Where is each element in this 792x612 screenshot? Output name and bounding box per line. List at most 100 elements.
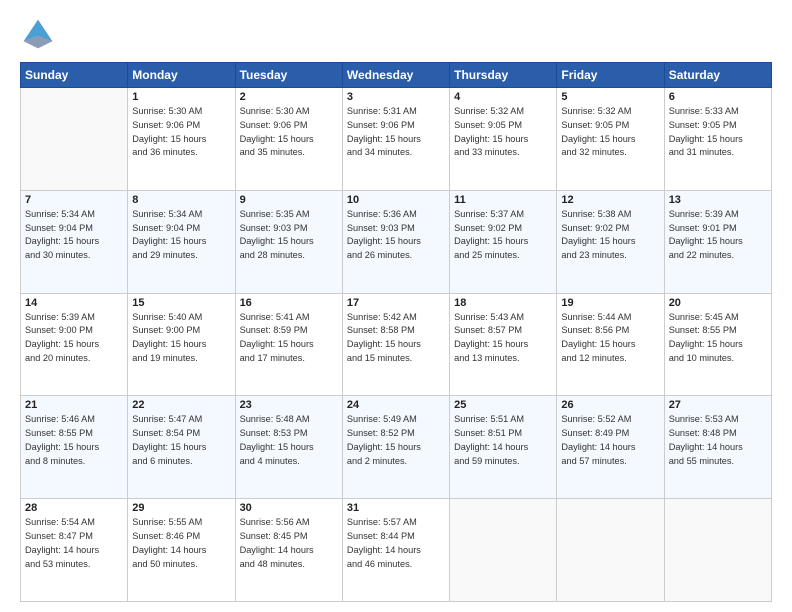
day-number: 14 — [25, 297, 123, 309]
day-info: Sunrise: 5:38 AM Sunset: 9:02 PM Dayligh… — [561, 208, 659, 263]
day-info: Sunrise: 5:52 AM Sunset: 8:49 PM Dayligh… — [561, 413, 659, 468]
day-info: Sunrise: 5:45 AM Sunset: 8:55 PM Dayligh… — [669, 311, 767, 366]
calendar-cell: 22 Sunrise: 5:47 AM Sunset: 8:54 PM Dayli… — [128, 396, 235, 499]
day-info: Sunrise: 5:34 AM Sunset: 9:04 PM Dayligh… — [25, 208, 123, 263]
calendar-week-1: 1 Sunrise: 5:30 AM Sunset: 9:06 PM Daylig… — [21, 88, 772, 191]
day-number: 5 — [561, 91, 659, 103]
calendar-cell: 27 Sunrise: 5:53 AM Sunset: 8:48 PM Dayli… — [664, 396, 771, 499]
day-number: 1 — [132, 91, 230, 103]
calendar-cell: 6 Sunrise: 5:33 AM Sunset: 9:05 PM Daylig… — [664, 88, 771, 191]
day-info: Sunrise: 5:46 AM Sunset: 8:55 PM Dayligh… — [25, 413, 123, 468]
day-number: 2 — [240, 91, 338, 103]
calendar-cell: 31Sunrise: 5:57 AM Sunset: 8:44 PM Dayli… — [342, 499, 449, 602]
weekday-header-tuesday: Tuesday — [235, 63, 342, 88]
day-info: Sunrise: 5:34 AM Sunset: 9:04 PM Dayligh… — [132, 208, 230, 263]
calendar-week-4: 21 Sunrise: 5:46 AM Sunset: 8:55 PM Dayli… — [21, 396, 772, 499]
calendar-cell: 14 Sunrise: 5:39 AM Sunset: 9:00 PM Dayli… — [21, 293, 128, 396]
day-number: 30 — [240, 502, 338, 514]
calendar-cell: 5 Sunrise: 5:32 AM Sunset: 9:05 PM Daylig… — [557, 88, 664, 191]
day-number: 27 — [669, 399, 767, 411]
calendar-cell: 26 Sunrise: 5:52 AM Sunset: 8:49 PM Dayli… — [557, 396, 664, 499]
calendar-cell: 19Sunrise: 5:44 AM Sunset: 8:56 PM Dayli… — [557, 293, 664, 396]
day-info: Sunrise: 5:35 AM Sunset: 9:03 PM Dayligh… — [240, 208, 338, 263]
calendar-cell: 4 Sunrise: 5:32 AM Sunset: 9:05 PM Daylig… — [450, 88, 557, 191]
day-number: 16 — [240, 297, 338, 309]
day-info: Sunrise: 5:39 AM Sunset: 9:01 PM Dayligh… — [669, 208, 767, 263]
calendar-cell: 23 Sunrise: 5:48 AM Sunset: 8:53 PM Dayli… — [235, 396, 342, 499]
logo-icon — [20, 16, 56, 52]
day-number: 22 — [132, 399, 230, 411]
day-info: Sunrise: 5:31 AM Sunset: 9:06 PM Dayligh… — [347, 105, 445, 160]
day-number: 7 — [25, 194, 123, 206]
calendar-cell: 28 Sunrise: 5:54 AM Sunset: 8:47 PM Dayli… — [21, 499, 128, 602]
calendar-header-row: SundayMondayTuesdayWednesdayThursdayFrid… — [21, 63, 772, 88]
calendar-week-2: 7 Sunrise: 5:34 AM Sunset: 9:04 PM Daylig… — [21, 190, 772, 293]
calendar-cell: 3 Sunrise: 5:31 AM Sunset: 9:06 PM Daylig… — [342, 88, 449, 191]
calendar-cell: 7 Sunrise: 5:34 AM Sunset: 9:04 PM Daylig… — [21, 190, 128, 293]
day-number: 19 — [561, 297, 659, 309]
page: SundayMondayTuesdayWednesdayThursdayFrid… — [0, 0, 792, 612]
day-number: 8 — [132, 194, 230, 206]
calendar-cell — [21, 88, 128, 191]
day-info: Sunrise: 5:36 AM Sunset: 9:03 PM Dayligh… — [347, 208, 445, 263]
weekday-header-sunday: Sunday — [21, 63, 128, 88]
day-number: 23 — [240, 399, 338, 411]
calendar-cell: 15Sunrise: 5:40 AM Sunset: 9:00 PM Dayli… — [128, 293, 235, 396]
weekday-header-thursday: Thursday — [450, 63, 557, 88]
calendar-cell: 29Sunrise: 5:55 AM Sunset: 8:46 PM Dayli… — [128, 499, 235, 602]
weekday-header-saturday: Saturday — [664, 63, 771, 88]
calendar-cell — [450, 499, 557, 602]
day-info: Sunrise: 5:54 AM Sunset: 8:47 PM Dayligh… — [25, 516, 123, 571]
day-info: Sunrise: 5:56 AM Sunset: 8:45 PM Dayligh… — [240, 516, 338, 571]
day-info: Sunrise: 5:32 AM Sunset: 9:05 PM Dayligh… — [561, 105, 659, 160]
weekday-header-friday: Friday — [557, 63, 664, 88]
day-info: Sunrise: 5:39 AM Sunset: 9:00 PM Dayligh… — [25, 311, 123, 366]
day-number: 17 — [347, 297, 445, 309]
day-info: Sunrise: 5:32 AM Sunset: 9:05 PM Dayligh… — [454, 105, 552, 160]
day-number: 9 — [240, 194, 338, 206]
calendar-cell: 12 Sunrise: 5:38 AM Sunset: 9:02 PM Dayli… — [557, 190, 664, 293]
day-number: 3 — [347, 91, 445, 103]
day-info: Sunrise: 5:55 AM Sunset: 8:46 PM Dayligh… — [132, 516, 230, 571]
day-number: 24 — [347, 399, 445, 411]
header — [20, 16, 772, 52]
day-number: 28 — [25, 502, 123, 514]
calendar-cell — [557, 499, 664, 602]
day-info: Sunrise: 5:51 AM Sunset: 8:51 PM Dayligh… — [454, 413, 552, 468]
calendar-cell: 9 Sunrise: 5:35 AM Sunset: 9:03 PM Daylig… — [235, 190, 342, 293]
calendar-cell: 11Sunrise: 5:37 AM Sunset: 9:02 PM Dayli… — [450, 190, 557, 293]
day-info: Sunrise: 5:47 AM Sunset: 8:54 PM Dayligh… — [132, 413, 230, 468]
calendar-cell: 24Sunrise: 5:49 AM Sunset: 8:52 PM Dayli… — [342, 396, 449, 499]
calendar-cell: 30 Sunrise: 5:56 AM Sunset: 8:45 PM Dayli… — [235, 499, 342, 602]
calendar-cell: 25 Sunrise: 5:51 AM Sunset: 8:51 PM Dayli… — [450, 396, 557, 499]
calendar-cell: 1 Sunrise: 5:30 AM Sunset: 9:06 PM Daylig… — [128, 88, 235, 191]
day-number: 12 — [561, 194, 659, 206]
day-number: 15 — [132, 297, 230, 309]
day-number: 10 — [347, 194, 445, 206]
calendar-cell: 18Sunrise: 5:43 AM Sunset: 8:57 PM Dayli… — [450, 293, 557, 396]
day-info: Sunrise: 5:33 AM Sunset: 9:05 PM Dayligh… — [669, 105, 767, 160]
calendar-cell: 8 Sunrise: 5:34 AM Sunset: 9:04 PM Daylig… — [128, 190, 235, 293]
day-info: Sunrise: 5:41 AM Sunset: 8:59 PM Dayligh… — [240, 311, 338, 366]
calendar-cell: 10 Sunrise: 5:36 AM Sunset: 9:03 PM Dayli… — [342, 190, 449, 293]
calendar-cell: 20Sunrise: 5:45 AM Sunset: 8:55 PM Dayli… — [664, 293, 771, 396]
day-number: 21 — [25, 399, 123, 411]
calendar-cell: 2Sunrise: 5:30 AM Sunset: 9:06 PM Daylig… — [235, 88, 342, 191]
day-info: Sunrise: 5:53 AM Sunset: 8:48 PM Dayligh… — [669, 413, 767, 468]
day-info: Sunrise: 5:42 AM Sunset: 8:58 PM Dayligh… — [347, 311, 445, 366]
calendar-table: SundayMondayTuesdayWednesdayThursdayFrid… — [20, 62, 772, 602]
calendar-cell: 21 Sunrise: 5:46 AM Sunset: 8:55 PM Dayli… — [21, 396, 128, 499]
day-number: 26 — [561, 399, 659, 411]
day-number: 11 — [454, 194, 552, 206]
day-info: Sunrise: 5:57 AM Sunset: 8:44 PM Dayligh… — [347, 516, 445, 571]
day-number: 4 — [454, 91, 552, 103]
day-number: 25 — [454, 399, 552, 411]
day-info: Sunrise: 5:30 AM Sunset: 9:06 PM Dayligh… — [132, 105, 230, 160]
day-info: Sunrise: 5:43 AM Sunset: 8:57 PM Dayligh… — [454, 311, 552, 366]
calendar-body: 1 Sunrise: 5:30 AM Sunset: 9:06 PM Daylig… — [21, 88, 772, 602]
day-info: Sunrise: 5:48 AM Sunset: 8:53 PM Dayligh… — [240, 413, 338, 468]
calendar-cell — [664, 499, 771, 602]
day-number: 6 — [669, 91, 767, 103]
calendar-cell: 13Sunrise: 5:39 AM Sunset: 9:01 PM Dayli… — [664, 190, 771, 293]
calendar-week-5: 28 Sunrise: 5:54 AM Sunset: 8:47 PM Dayli… — [21, 499, 772, 602]
